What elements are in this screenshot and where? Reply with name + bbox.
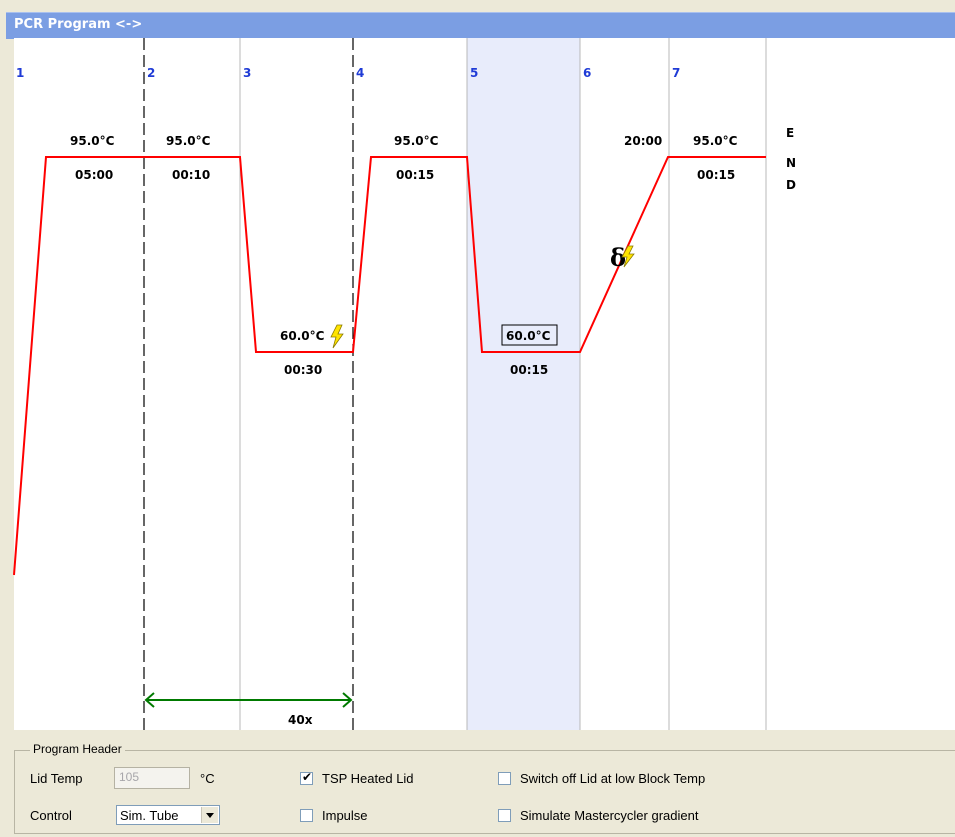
lid-temp-unit: °C [200,771,215,786]
step-2-time[interactable]: 00:10 [172,168,210,182]
svg-text:δ: δ [610,243,626,272]
step-6-time[interactable]: 20:00 [624,134,662,148]
tsp-heated-lid-label[interactable]: TSP Heated Lid [322,771,414,786]
switch-off-lid-label[interactable]: Switch off Lid at low Block Temp [520,771,705,786]
step-2-temp[interactable]: 95.0°C [166,134,211,148]
control-select[interactable]: Sim. Tube [116,805,220,825]
check-icon: ✔ [302,770,313,784]
lid-temp-input[interactable]: 105 [114,767,190,789]
step-1-temp[interactable]: 95.0°C [70,134,115,148]
step-4-time[interactable]: 00:15 [396,168,434,182]
impulse-label[interactable]: Impulse [322,808,368,823]
step-number-7[interactable]: 7 [672,66,680,80]
lid-temp-label: Lid Temp [30,771,83,786]
program-header-title: Program Header [30,742,125,756]
chevron-down-icon[interactable] [201,807,218,823]
control-label: Control [30,808,72,823]
step-number-6[interactable]: 6 [583,66,591,80]
step-5-temp[interactable]: 60.0°C [506,329,551,343]
step-number-4[interactable]: 4 [356,66,364,80]
simulate-gradient-label[interactable]: Simulate Mastercycler gradient [520,808,698,823]
step-3-temp[interactable]: 60.0°C [280,329,325,343]
simulate-gradient-checkbox[interactable] [498,809,511,822]
tsp-heated-lid-checkbox[interactable]: ✔ [300,770,313,785]
step-3-time[interactable]: 00:30 [284,363,322,377]
end-label-e: E [786,126,794,140]
switch-off-lid-checkbox[interactable] [498,772,511,785]
end-label-n: N [786,156,796,170]
impulse-checkbox[interactable] [300,809,313,822]
end-label-d: D [786,178,796,192]
control-value: Sim. Tube [120,808,179,823]
step-7-temp[interactable]: 95.0°C [693,134,738,148]
step-7-time[interactable]: 00:15 [697,168,735,182]
step-number-5[interactable]: 5 [470,66,478,80]
step-5-time[interactable]: 00:15 [510,363,548,377]
step-number-3[interactable]: 3 [243,66,251,80]
step-4-temp[interactable]: 95.0°C [394,134,439,148]
step-1-time[interactable]: 05:00 [75,168,113,182]
selected-step-highlight[interactable] [467,38,580,730]
pcr-profile-graph[interactable]: 1 2 3 4 5 6 7 95.0°C 05:00 95.0°C 00:10 … [0,0,955,837]
loop-count[interactable]: 40x [288,713,313,727]
step-number-1[interactable]: 1 [16,66,24,80]
step-number-2[interactable]: 2 [147,66,155,80]
